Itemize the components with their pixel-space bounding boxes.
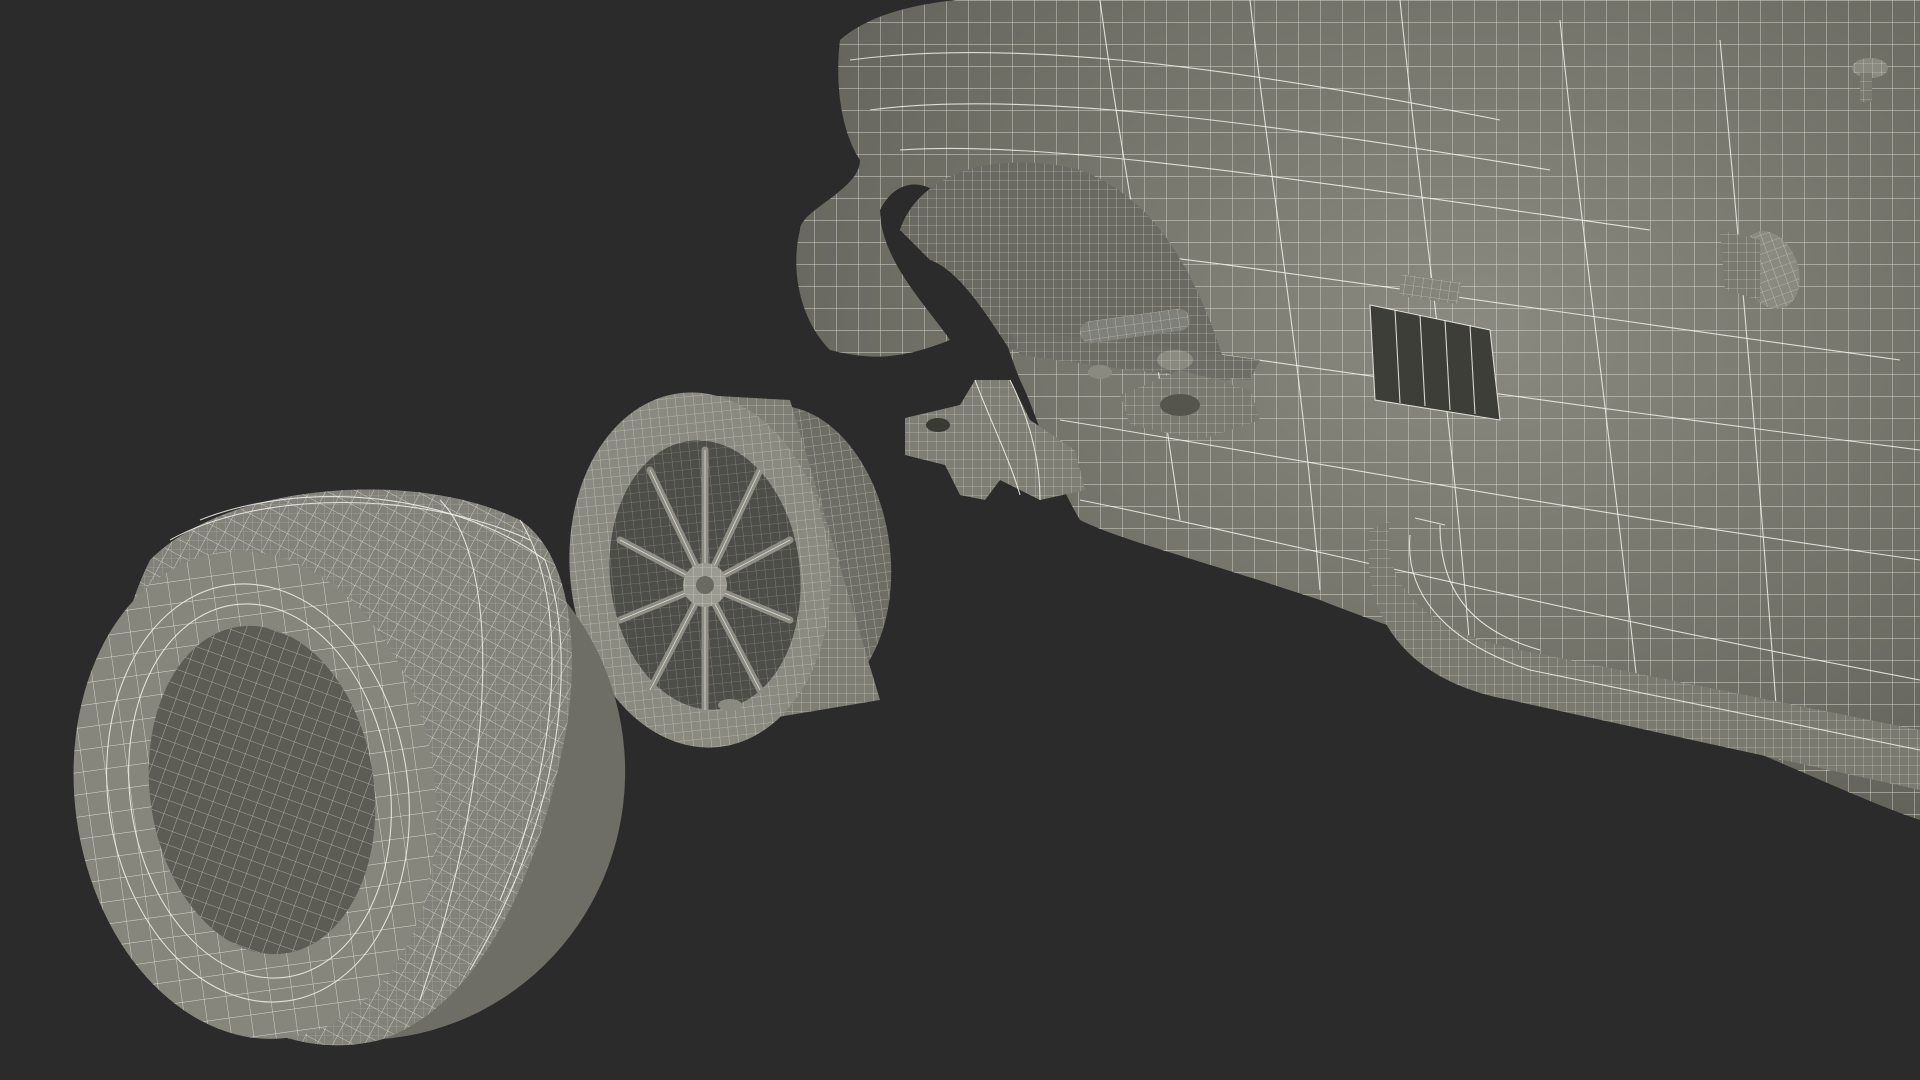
- wireframe-render: [0, 0, 1920, 1080]
